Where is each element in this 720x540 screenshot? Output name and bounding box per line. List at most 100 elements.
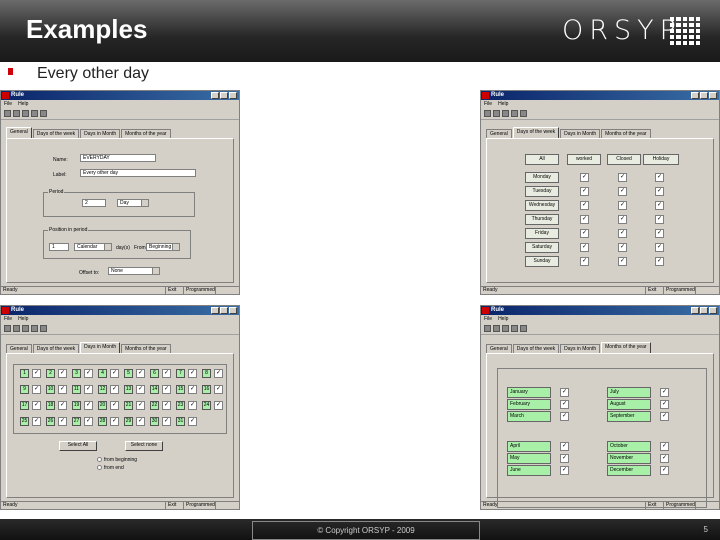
close-button[interactable] xyxy=(709,307,717,314)
day-23-checkbox[interactable]: ✓ xyxy=(188,401,197,410)
select-none-button[interactable]: Select none xyxy=(125,441,163,451)
day-17-checkbox[interactable]: ✓ xyxy=(32,401,41,410)
month-november-checkbox[interactable]: ✓ xyxy=(660,454,669,463)
month-april-checkbox[interactable]: ✓ xyxy=(560,442,569,451)
day-31-checkbox[interactable]: ✓ xyxy=(188,417,197,426)
tab-months-year[interactable]: Months of the year xyxy=(121,344,171,353)
day-6-checkbox-1[interactable]: ✓ xyxy=(618,257,627,266)
month-january-checkbox[interactable]: ✓ xyxy=(560,388,569,397)
menu-file[interactable]: File xyxy=(4,315,12,323)
day-2-checkbox[interactable]: ✓ xyxy=(58,369,67,378)
info-icon[interactable] xyxy=(40,325,47,332)
day-3[interactable]: Thursday xyxy=(525,214,559,225)
day-4-checkbox[interactable]: ✓ xyxy=(110,369,119,378)
day-0-checkbox-0[interactable]: ✓ xyxy=(580,173,589,182)
maximize-button[interactable] xyxy=(700,307,708,314)
day-0-checkbox-1[interactable]: ✓ xyxy=(618,173,627,182)
tab-general[interactable]: General xyxy=(6,127,32,138)
menu-file[interactable]: File xyxy=(484,315,492,323)
help-icon[interactable] xyxy=(511,110,518,117)
day-1-checkbox[interactable]: ✓ xyxy=(32,369,41,378)
day-2-checkbox-1[interactable]: ✓ xyxy=(618,201,627,210)
print-icon[interactable] xyxy=(502,110,509,117)
day-27-checkbox[interactable]: ✓ xyxy=(84,417,93,426)
tab-days-month[interactable]: Days in Month xyxy=(80,342,121,353)
day-25-checkbox[interactable]: ✓ xyxy=(32,417,41,426)
day-1-checkbox-0[interactable]: ✓ xyxy=(580,187,589,196)
day-2-checkbox-2[interactable]: ✓ xyxy=(655,201,664,210)
day-15-checkbox[interactable]: ✓ xyxy=(188,385,197,394)
save-icon[interactable] xyxy=(493,110,500,117)
print-icon[interactable] xyxy=(502,325,509,332)
tab-general[interactable]: General xyxy=(6,344,32,353)
tab-days-month[interactable]: Days in Month xyxy=(80,129,121,138)
day-20-checkbox[interactable]: ✓ xyxy=(110,401,119,410)
all-button[interactable]: All xyxy=(525,154,559,165)
maximize-button[interactable] xyxy=(700,92,708,99)
day-1-checkbox-1[interactable]: ✓ xyxy=(618,187,627,196)
tab-days-month[interactable]: Days in Month xyxy=(560,129,601,138)
tab-general[interactable]: General xyxy=(486,344,512,353)
day-29-checkbox[interactable]: ✓ xyxy=(136,417,145,426)
day-30-checkbox[interactable]: ✓ xyxy=(162,417,171,426)
day-6-checkbox-0[interactable]: ✓ xyxy=(580,257,589,266)
day-8-checkbox[interactable]: ✓ xyxy=(214,369,223,378)
day-10-checkbox[interactable]: ✓ xyxy=(58,385,67,394)
help-icon[interactable] xyxy=(511,325,518,332)
new-icon[interactable] xyxy=(484,325,491,332)
position-unit-select[interactable]: Calendar xyxy=(74,243,112,251)
month-december-checkbox[interactable]: ✓ xyxy=(660,466,669,475)
day-28-checkbox[interactable]: ✓ xyxy=(110,417,119,426)
menu-help[interactable]: Help xyxy=(498,100,508,108)
tab-days-week[interactable]: Days of the week xyxy=(32,129,80,138)
month-may-checkbox[interactable]: ✓ xyxy=(560,454,569,463)
day-14-checkbox[interactable]: ✓ xyxy=(162,385,171,394)
day-5[interactable]: Saturday xyxy=(525,242,559,253)
new-icon[interactable] xyxy=(4,110,11,117)
day-4-checkbox-2[interactable]: ✓ xyxy=(655,229,664,238)
month-june-checkbox[interactable]: ✓ xyxy=(560,466,569,475)
radio-from-end[interactable]: from end xyxy=(97,465,124,471)
info-icon[interactable] xyxy=(520,325,527,332)
day-5-checkbox-1[interactable]: ✓ xyxy=(618,243,627,252)
day-6[interactable]: Sunday xyxy=(525,256,559,267)
day-6-checkbox-2[interactable]: ✓ xyxy=(655,257,664,266)
day-7-checkbox[interactable]: ✓ xyxy=(188,369,197,378)
day-12-checkbox[interactable]: ✓ xyxy=(110,385,119,394)
day-9-checkbox[interactable]: ✓ xyxy=(32,385,41,394)
day-0-checkbox-2[interactable]: ✓ xyxy=(655,173,664,182)
tab-months-year[interactable]: Months of the year xyxy=(601,342,651,353)
minimize-button[interactable] xyxy=(211,307,219,314)
help-icon[interactable] xyxy=(31,325,38,332)
select-all-button[interactable]: Select All xyxy=(59,441,97,451)
close-button[interactable] xyxy=(229,92,237,99)
day-13-checkbox[interactable]: ✓ xyxy=(136,385,145,394)
minimize-button[interactable] xyxy=(691,92,699,99)
tab-days-week[interactable]: Days of the week xyxy=(512,344,560,353)
day-1-checkbox-2[interactable]: ✓ xyxy=(655,187,664,196)
menu-file[interactable]: File xyxy=(4,100,12,108)
menu-help[interactable]: Help xyxy=(498,315,508,323)
day-4[interactable]: Friday xyxy=(525,228,559,239)
menu-help[interactable]: Help xyxy=(18,100,28,108)
menu-file[interactable]: File xyxy=(484,100,492,108)
close-button[interactable] xyxy=(229,307,237,314)
tab-days-week[interactable]: Days of the week xyxy=(32,344,80,353)
day-21-checkbox[interactable]: ✓ xyxy=(136,401,145,410)
day-22-checkbox[interactable]: ✓ xyxy=(162,401,171,410)
save-icon[interactable] xyxy=(13,325,20,332)
minimize-button[interactable] xyxy=(691,307,699,314)
day-5-checkbox[interactable]: ✓ xyxy=(136,369,145,378)
day-3-checkbox[interactable]: ✓ xyxy=(84,369,93,378)
day-4-checkbox-1[interactable]: ✓ xyxy=(618,229,627,238)
day-5-checkbox-0[interactable]: ✓ xyxy=(580,243,589,252)
info-icon[interactable] xyxy=(520,110,527,117)
period-unit-select[interactable]: Day xyxy=(117,199,149,207)
maximize-button[interactable] xyxy=(220,92,228,99)
radio-from-beginning[interactable]: from beginning xyxy=(97,457,137,463)
minimize-button[interactable] xyxy=(211,92,219,99)
info-icon[interactable] xyxy=(40,110,47,117)
label-field[interactable]: Every other day xyxy=(80,169,196,177)
tab-months-year[interactable]: Months of the year xyxy=(121,129,171,138)
offset-select[interactable]: None xyxy=(108,267,160,275)
